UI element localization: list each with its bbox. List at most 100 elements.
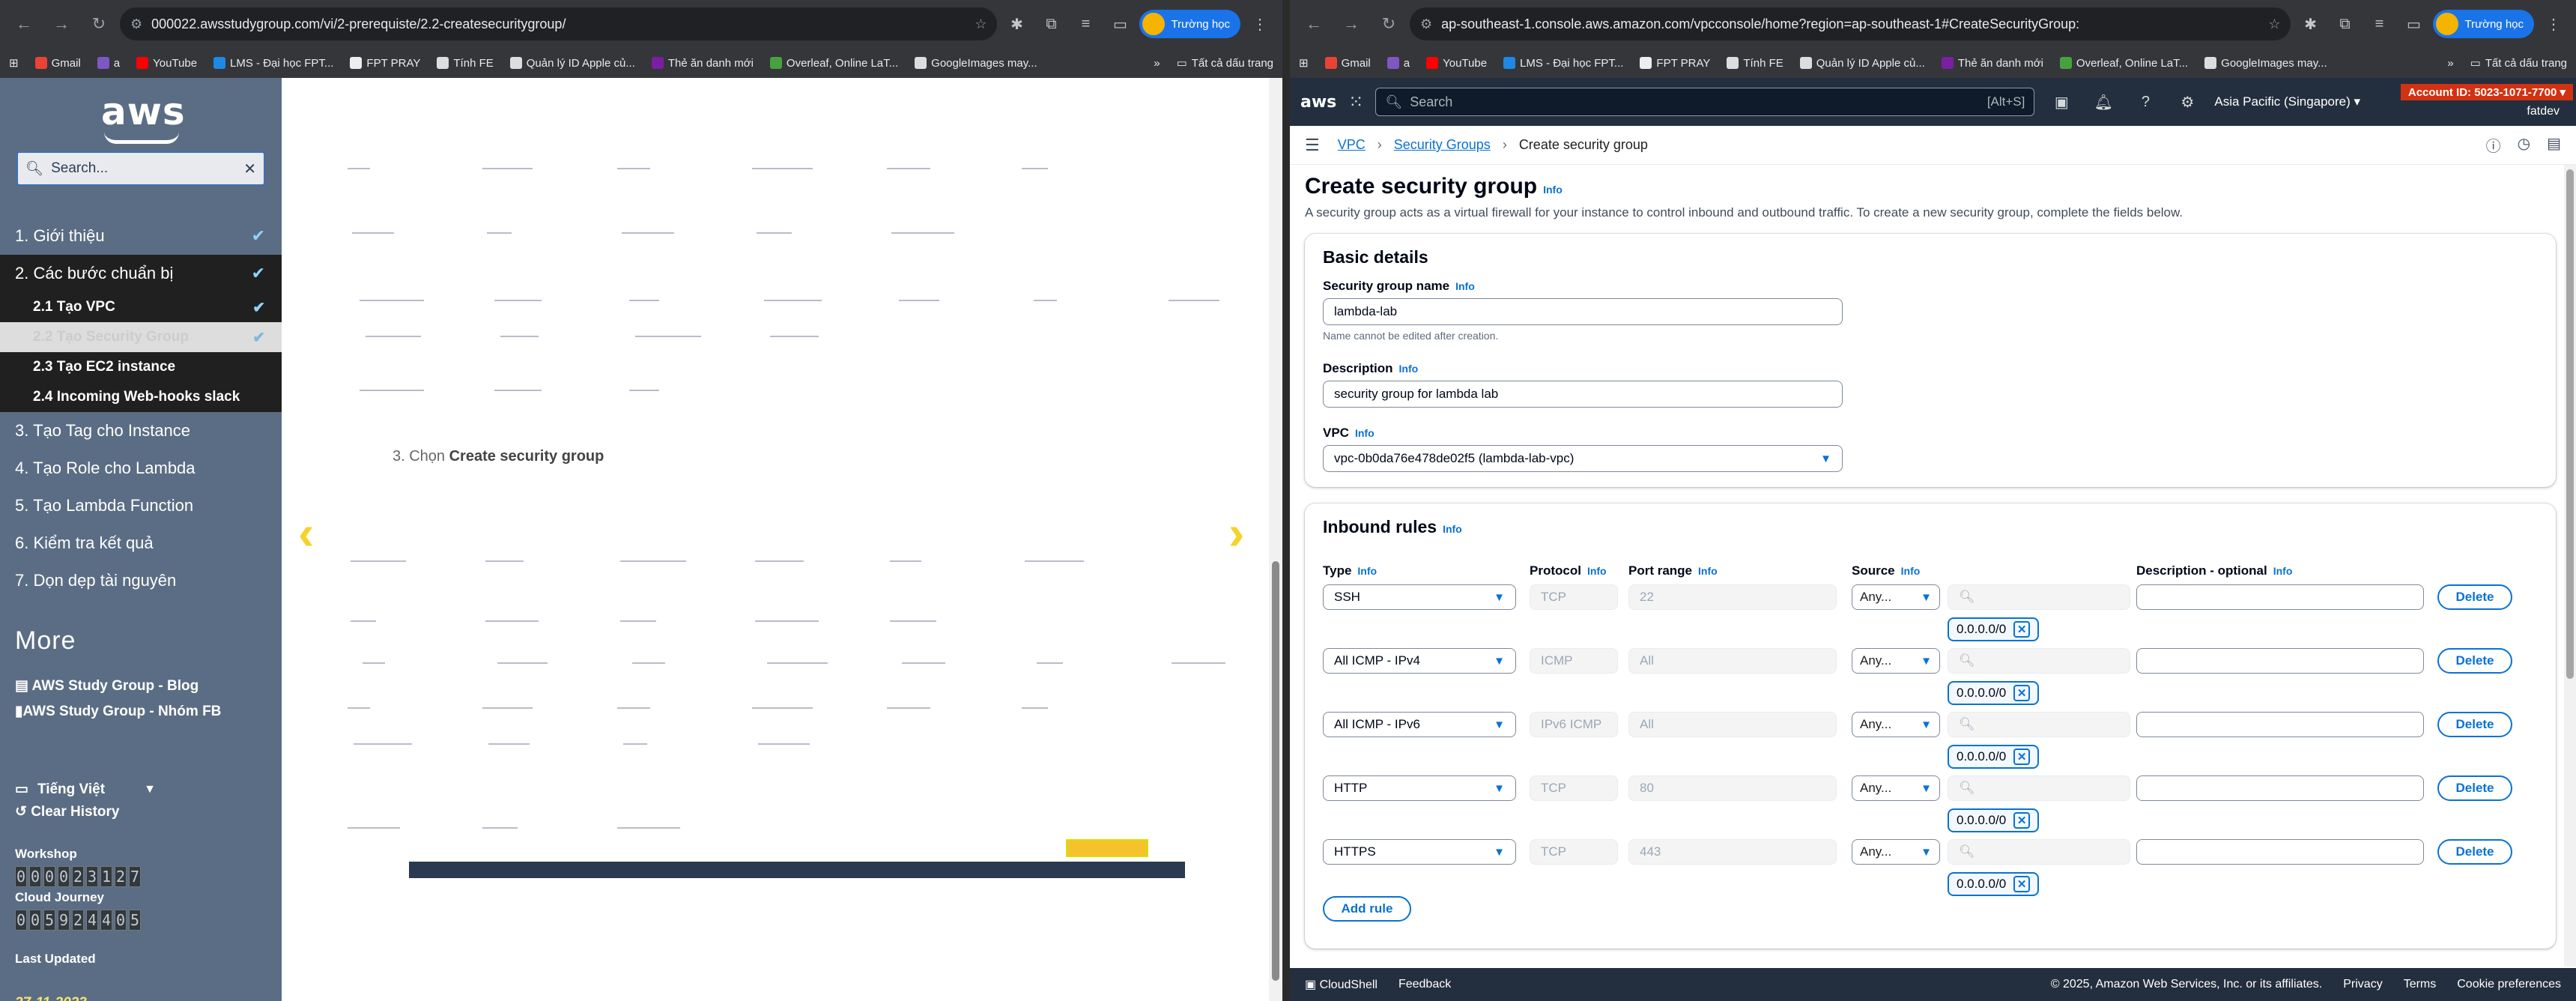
info-link[interactable]: Info [1455, 280, 1475, 292]
blog-link[interactable]: ▤ AWS Study Group - Blog [15, 677, 198, 695]
rule-source-select[interactable]: Any... ▼ [1852, 839, 1940, 865]
bookmark-item[interactable]: Quản lý ID Apple củ... [509, 57, 635, 70]
add-rule-button[interactable]: Add rule [1323, 896, 1411, 922]
bookmark-item[interactable]: FPT PRAY [1640, 57, 1710, 70]
all-bookmarks[interactable]: ▭ Tất cả dấu trang [2470, 56, 2567, 70]
apps-icon[interactable]: ⊞ [1299, 56, 1309, 70]
user-menu[interactable]: fatdev [2527, 105, 2560, 118]
rule-source-select[interactable]: Any... ▼ [1852, 584, 1940, 610]
rule-cidr-token[interactable]: 0.0.0.0/0 ✕ [1948, 745, 2040, 769]
nav-item[interactable]: 5. Tạo Lambda Function [0, 487, 282, 524]
delete-rule-button[interactable]: Delete [2437, 648, 2512, 674]
vpc-select[interactable]: vpc-0b0da76e478de02f5 (lambda-lab-vpc) ▼ [1323, 445, 1843, 472]
rule-source-select[interactable]: Any... ▼ [1852, 775, 1940, 801]
account-badge[interactable]: Account ID: 5023-1071-7700 ▾ [2400, 84, 2573, 100]
more-bookmarks-icon[interactable]: » [1154, 57, 1160, 70]
rule-cidr-search[interactable]: 🔍︎ [1948, 712, 2130, 737]
forward-icon[interactable]: → [1335, 7, 1368, 40]
site-info-icon[interactable]: ⚙ [130, 16, 142, 32]
rule-cidr-token[interactable]: 0.0.0.0/0 ✕ [1948, 617, 2040, 641]
puzzle-icon[interactable]: ⧉ [1036, 9, 1066, 39]
scrollbar[interactable] [1269, 78, 1282, 1001]
nav-item[interactable]: 3. Tạo Tag cho Instance [0, 412, 282, 450]
rule-cidr-search[interactable]: 🔍︎ [1948, 839, 2130, 865]
apps-icon[interactable]: ⊞ [9, 56, 19, 70]
rule-cidr-token[interactable]: 0.0.0.0/0 ✕ [1948, 681, 2040, 705]
more-bookmarks-icon[interactable]: » [2447, 57, 2453, 70]
forward-icon[interactable]: → [45, 7, 78, 40]
bookmark-item[interactable]: Tính FE [1727, 57, 1783, 70]
reload-icon[interactable]: ↻ [82, 7, 115, 40]
next-arrow-icon[interactable]: › [1228, 505, 1244, 560]
facebook-link[interactable]: ▮AWS Study Group - Nhóm FB [15, 703, 221, 720]
info-circle-icon[interactable]: ⓘ [2486, 134, 2501, 156]
description-input[interactable]: security group for lambda lab [1323, 381, 1843, 408]
delete-rule-button[interactable]: Delete [2437, 839, 2512, 865]
rule-cidr-search[interactable]: 🔍︎ [1948, 648, 2130, 674]
prev-arrow-icon[interactable]: ‹ [298, 505, 314, 560]
aws-search-input[interactable]: 🔍︎ Search [Alt+S] [1375, 88, 2035, 116]
subnav-item[interactable]: 2.3 Tạo EC2 instance [0, 352, 282, 382]
close-icon[interactable]: ✕ [2013, 876, 2031, 892]
bookmark-item[interactable]: FPT PRAY [350, 57, 420, 70]
subnav-item[interactable]: 2.4 Incoming Web-hooks slack [0, 382, 282, 412]
nav-item[interactable]: 2. Các bước chuẩn bị ✔ [0, 255, 282, 292]
info-link[interactable]: Info [2273, 565, 2293, 577]
back-icon[interactable]: ← [7, 7, 40, 40]
security-group-name-input[interactable]: lambda-lab [1323, 298, 1843, 325]
split-icon[interactable]: ▭ [1105, 9, 1135, 39]
delete-rule-button[interactable]: Delete [2437, 712, 2512, 737]
menu-icon[interactable]: ⋮ [1245, 9, 1275, 39]
search-box[interactable]: 🔍︎ Search... ✕ [16, 151, 265, 186]
bookmark-item[interactable]: Overleaf, Online LaT... [2059, 57, 2188, 70]
info-link[interactable]: Info [1443, 523, 1462, 535]
rule-cidr-token[interactable]: 0.0.0.0/0 ✕ [1948, 808, 2040, 832]
rule-description-input[interactable] [2136, 775, 2424, 801]
all-bookmarks[interactable]: ▭ Tất cả dấu trang [1177, 56, 1273, 70]
rule-description-input[interactable] [2136, 584, 2424, 610]
info-link[interactable]: Info [1543, 184, 1563, 196]
rule-description-input[interactable] [2136, 712, 2424, 737]
notification-icon[interactable]: ▤ [2547, 134, 2561, 156]
bookmark-item[interactable]: Gmail [34, 57, 81, 70]
scrollbar[interactable] [2564, 165, 2576, 967]
bookmark-item[interactable]: Quản lý ID Apple củ... [1799, 57, 1925, 70]
bookmark-item[interactable]: Tính FE [437, 57, 494, 70]
close-icon[interactable]: ✕ [2013, 812, 2031, 829]
rule-description-input[interactable] [2136, 839, 2424, 865]
clock-icon[interactable]: ◷ [2518, 134, 2530, 156]
feedback-link[interactable]: Feedback [1398, 978, 1451, 991]
nav-item[interactable]: 4. Tạo Role cho Lambda [0, 450, 282, 487]
bookmark-item[interactable]: Thẻ ăn danh mới [1941, 57, 2043, 70]
bookmark-item[interactable]: Thẻ ăn danh mới [651, 57, 754, 70]
rule-cidr-token[interactable]: 0.0.0.0/0 ✕ [1948, 872, 2040, 896]
info-link[interactable]: Info [1357, 565, 1377, 577]
nav-item[interactable]: 6. Kiểm tra kết quả [0, 524, 282, 562]
privacy-link[interactable]: Privacy [2343, 978, 2382, 991]
site-info-icon[interactable]: ⚙ [1420, 16, 1432, 32]
bookmark-item[interactable]: a [1387, 57, 1410, 70]
extension-icon[interactable]: ✱ [1001, 9, 1031, 39]
delete-rule-button[interactable]: Delete [2437, 584, 2512, 610]
bookmark-item[interactable]: LMS - Đại học FPT... [213, 57, 333, 70]
bookmark-item[interactable]: YouTube [1426, 57, 1487, 70]
rule-type-select[interactable]: HTTPS ▼ [1323, 839, 1516, 865]
rule-type-select[interactable]: All ICMP - IPv6 ▼ [1323, 712, 1516, 737]
rule-cidr-search[interactable]: 🔍︎ [1948, 584, 2130, 610]
media-icon[interactable]: ≡ [1070, 9, 1100, 39]
window-divider[interactable] [1282, 0, 1290, 1001]
bookmark-star-icon[interactable]: ☆ [975, 16, 987, 32]
address-bar[interactable]: ⚙ ap-southeast-1.console.aws.amazon.com/… [1410, 7, 2291, 40]
profile-button[interactable]: Trường học [2433, 10, 2534, 38]
bookmark-item[interactable]: GoogleImages may... [915, 57, 1037, 70]
rule-source-select[interactable]: Any... ▼ [1852, 648, 1940, 674]
breadcrumb-vpc[interactable]: VPC [1338, 137, 1366, 153]
language-select[interactable]: ▭ Tiếng Việt ▼ [15, 781, 156, 798]
cookie-preferences-link[interactable]: Cookie preferences [2457, 978, 2561, 991]
media-icon[interactable]: ≡ [2364, 9, 2394, 39]
reload-icon[interactable]: ↻ [1372, 7, 1405, 40]
puzzle-icon[interactable]: ⧉ [2330, 9, 2360, 39]
subnav-item[interactable]: 2.1 Tạo VPC ✔ [0, 292, 282, 322]
extension-icon[interactable]: ✱ [2295, 9, 2325, 39]
services-grid-icon[interactable]: ⁙ [1348, 91, 1363, 113]
